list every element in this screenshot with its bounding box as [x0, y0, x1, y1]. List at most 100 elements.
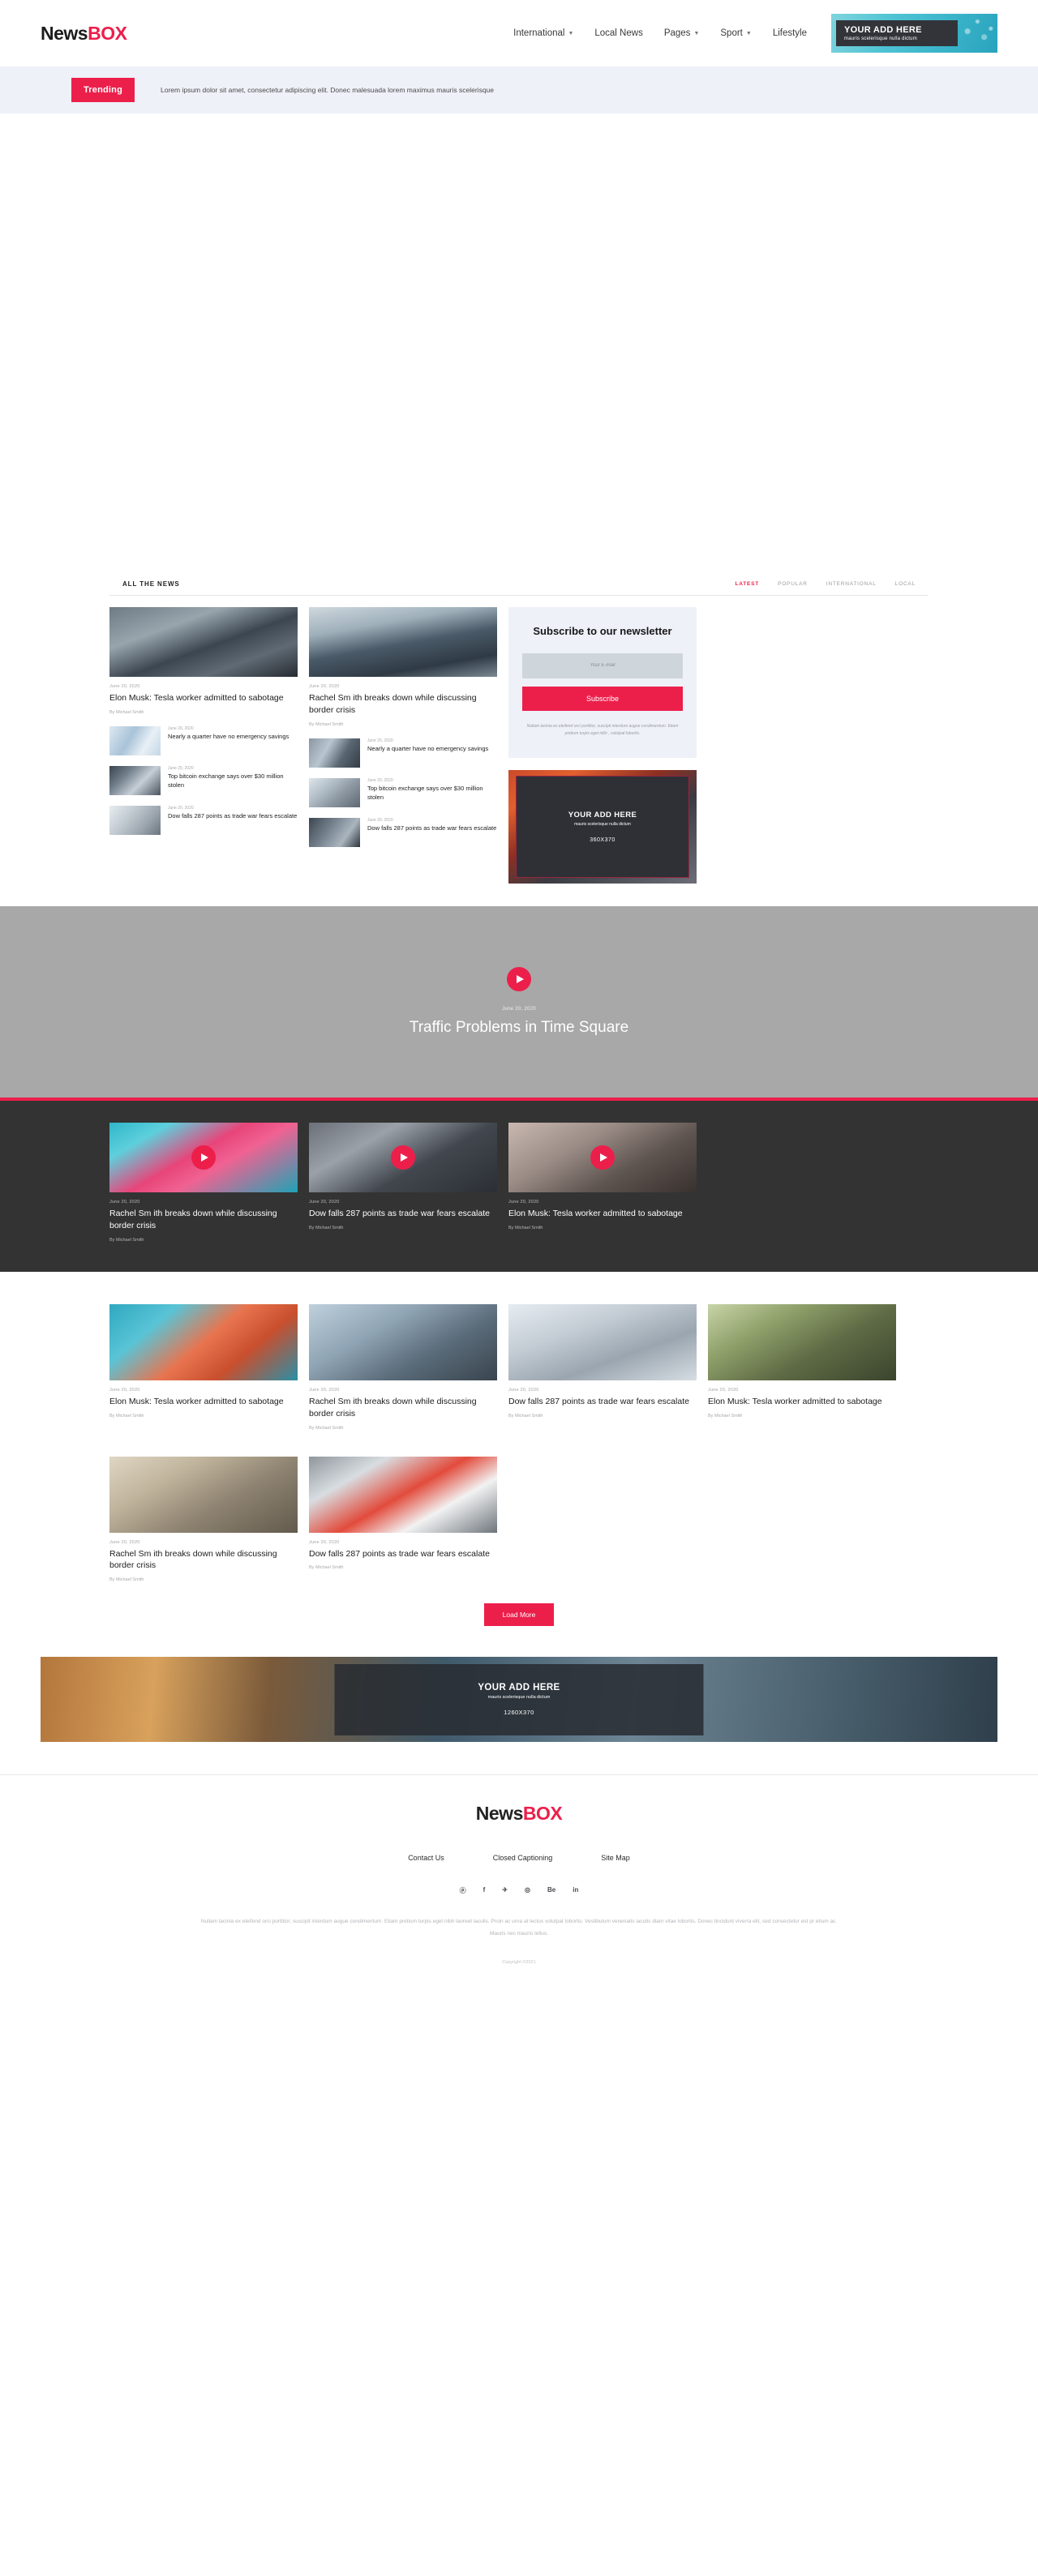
- footer-link-site-map[interactable]: Site Map: [601, 1854, 630, 1862]
- video-thumbnail[interactable]: [309, 1122, 497, 1192]
- play-icon[interactable]: [590, 1145, 615, 1170]
- nav-item-international[interactable]: International ▼: [513, 28, 573, 38]
- article-title[interactable]: Rachel Sm ith breaks down while discussi…: [309, 692, 497, 717]
- article-title: Dow falls 287 points as trade war fears …: [367, 824, 497, 832]
- article-image[interactable]: [109, 1303, 298, 1380]
- logo-text-news: News: [41, 22, 88, 44]
- list-item[interactable]: June 20, 2020 Nearly a quarter have no e…: [109, 725, 298, 755]
- article-card[interactable]: June 20, 2020 Elon Musk: Tesla worker ad…: [708, 1303, 896, 1431]
- news-tabs-row: ALL THE NEWS LATEST POPULAR INTERNATIONA…: [109, 571, 929, 596]
- article-image[interactable]: [309, 1456, 497, 1533]
- article-image[interactable]: [309, 607, 497, 677]
- bottom-advertisement-wrapper: YOUR ADD HERE mauris scelerisque nulla d…: [41, 1657, 997, 1743]
- video-date: June 20, 2020: [508, 1199, 539, 1205]
- nav-item-pages[interactable]: Pages ▼: [664, 28, 700, 38]
- article-title[interactable]: Elon Musk: Tesla worker admitted to sabo…: [109, 692, 298, 704]
- video-card[interactable]: June 20, 2020 Dow falls 287 points as tr…: [309, 1122, 497, 1243]
- video-thumbnail[interactable]: [109, 1122, 298, 1192]
- play-icon[interactable]: [191, 1145, 216, 1170]
- header-advertisement[interactable]: YOUR ADD HERE mauris scelerisque nulla d…: [831, 14, 997, 53]
- nav-item-sport[interactable]: Sport ▼: [720, 28, 751, 38]
- twitter-icon[interactable]: ✈: [502, 1886, 508, 1895]
- ad-size-label: 360X370: [590, 837, 616, 843]
- article-thumbnail: [309, 738, 360, 768]
- list-item[interactable]: June 20, 2020 Top bitcoin exchange says …: [309, 777, 497, 807]
- article-card[interactable]: June 20, 2020 Rachel Sm ith breaks down …: [309, 1303, 497, 1431]
- video-thumbnail[interactable]: [508, 1122, 697, 1192]
- video-title: Elon Musk: Tesla worker admitted to sabo…: [508, 1208, 683, 1218]
- video-date: June 20, 2020: [109, 1199, 140, 1205]
- newsletter-widget: Subscribe to our newsletter Subscribe Nu…: [508, 607, 697, 758]
- dribbble-icon[interactable]: ◎: [525, 1886, 530, 1895]
- article-thumbnail: [309, 817, 360, 847]
- pinterest-icon[interactable]: ⓟ: [460, 1886, 466, 1895]
- social-links: ⓟ f ✈ ◎ Be in: [0, 1886, 1038, 1895]
- article-author: By Michael Smith: [309, 721, 344, 727]
- list-item[interactable]: June 20, 2020 Dow falls 287 points as tr…: [309, 817, 497, 847]
- article-author: By Michael Smith: [109, 709, 144, 715]
- video-card[interactable]: June 20, 2020 Rachel Sm ith breaks down …: [109, 1122, 298, 1243]
- nav-label: Sport: [720, 28, 743, 38]
- site-footer: NewsBOX Contact Us Closed Captioning Sit…: [0, 1774, 1038, 1983]
- play-icon[interactable]: [391, 1145, 415, 1170]
- article-title: Top bitcoin exchange says over $30 milli…: [168, 772, 284, 789]
- trending-badge[interactable]: Trending: [71, 78, 135, 102]
- nav-item-local-news[interactable]: Local News: [594, 28, 642, 38]
- hero-blank-area: [0, 113, 1038, 571]
- footer-link-closed-captioning[interactable]: Closed Captioning: [493, 1854, 553, 1862]
- all-the-news-section: ALL THE NEWS LATEST POPULAR INTERNATIONA…: [109, 571, 929, 906]
- article-small-list-2: June 20, 2020 Nearly a quarter have no e…: [309, 738, 497, 847]
- ad-title: YOUR ADD HERE: [844, 25, 922, 35]
- footer-links: Contact Us Closed Captioning Site Map: [0, 1854, 1038, 1862]
- featured-video-hero[interactable]: June 20, 2020 Traffic Problems in Time S…: [0, 905, 1038, 1101]
- article-date: June 20, 2020: [309, 684, 340, 689]
- newsletter-title: Subscribe to our newsletter: [533, 625, 672, 637]
- linkedin-icon[interactable]: in: [573, 1886, 578, 1895]
- nav-label: Lifestyle: [772, 28, 807, 38]
- list-item[interactable]: June 20, 2020 Top bitcoin exchange says …: [109, 765, 298, 795]
- article-image[interactable]: [109, 607, 298, 677]
- nav-item-lifestyle[interactable]: Lifestyle: [773, 28, 807, 38]
- article-date: June 20, 2020: [367, 817, 393, 823]
- article-image[interactable]: [508, 1303, 697, 1380]
- tab-local[interactable]: LOCAL: [895, 581, 916, 587]
- site-header: NewsBOX International ▼ Local News Pages ▼…: [0, 0, 1038, 66]
- bottom-advertisement[interactable]: YOUR ADD HERE mauris scelerisque nulla d…: [41, 1657, 997, 1743]
- article-card[interactable]: June 20, 2020 Rachel Sm ith breaks down …: [109, 1456, 298, 1582]
- footer-link-contact-us[interactable]: Contact Us: [408, 1854, 444, 1862]
- footer-logo[interactable]: NewsBOX: [0, 1803, 1038, 1825]
- article-thumbnail: [309, 777, 360, 807]
- tab-popular[interactable]: POPULAR: [778, 581, 808, 587]
- tab-international[interactable]: INTERNATIONAL: [826, 581, 877, 587]
- footer-description: Nullam lacinia ex eleifend orci porttito…: [200, 1919, 838, 1937]
- article-card[interactable]: June 20, 2020 Dow falls 287 points as tr…: [309, 1456, 497, 1583]
- article-card[interactable]: June 20, 2020 Dow falls 287 points as tr…: [508, 1303, 697, 1431]
- subscribe-button[interactable]: Subscribe: [522, 686, 683, 711]
- behance-icon[interactable]: Be: [547, 1886, 555, 1895]
- sidebar-advertisement[interactable]: YOUR ADD HERE mauris scelerisque nulla d…: [508, 769, 697, 884]
- trending-text[interactable]: Lorem ipsum dolor sit amet, consectetur …: [161, 86, 494, 94]
- load-more-button[interactable]: Load More: [483, 1603, 555, 1627]
- news-tabs: LATEST POPULAR INTERNATIONAL LOCAL: [735, 581, 916, 587]
- article-card[interactable]: June 20, 2020 Elon Musk: Tesla worker ad…: [109, 1303, 298, 1431]
- article-thumbnail: [109, 765, 161, 795]
- article-image[interactable]: [309, 1303, 497, 1380]
- ad-size-label: 1260X370: [504, 1709, 534, 1717]
- article-title: Nearly a quarter have no emergency savin…: [367, 744, 489, 752]
- facebook-icon[interactable]: f: [483, 1886, 486, 1895]
- tab-latest[interactable]: LATEST: [735, 581, 759, 587]
- article-image[interactable]: [708, 1303, 896, 1380]
- logo-text-box: BOX: [88, 22, 127, 44]
- play-icon[interactable]: [507, 966, 531, 991]
- nav-label: International: [513, 28, 565, 38]
- list-item[interactable]: June 20, 2020 Dow falls 287 points as tr…: [109, 805, 298, 835]
- nav-label: Local News: [594, 28, 643, 38]
- article-thumbnail: [109, 805, 161, 835]
- video-card[interactable]: June 20, 2020 Elon Musk: Tesla worker ad…: [508, 1122, 697, 1243]
- list-item[interactable]: June 20, 2020 Nearly a quarter have no e…: [309, 738, 497, 768]
- newsletter-email-input[interactable]: [522, 653, 683, 678]
- video-author: By Michael Smith: [109, 1237, 144, 1243]
- sidebar: Subscribe to our newsletter Subscribe Nu…: [508, 607, 697, 884]
- article-image[interactable]: [109, 1456, 298, 1533]
- site-logo[interactable]: NewsBOX: [41, 23, 127, 45]
